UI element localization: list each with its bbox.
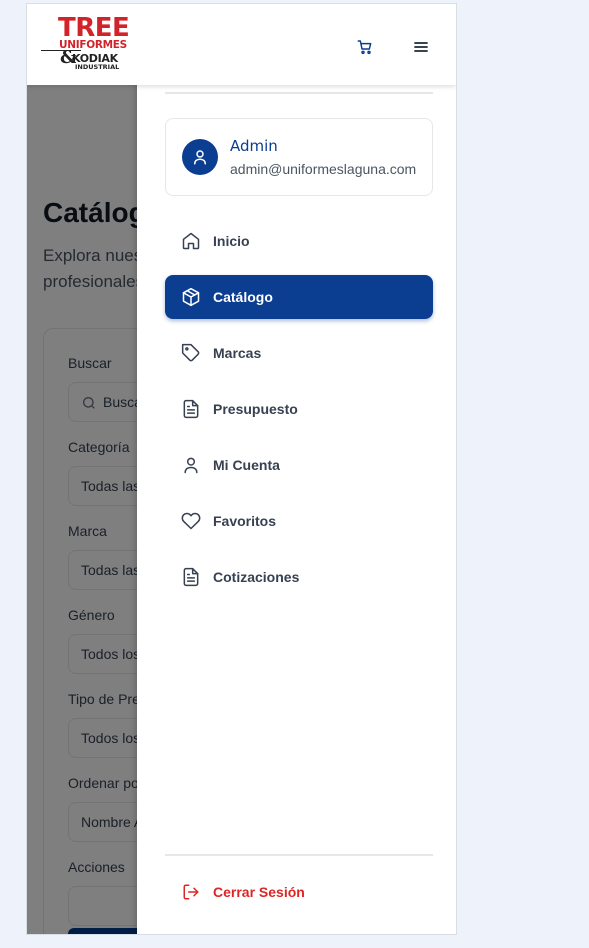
cart-button[interactable] bbox=[353, 35, 377, 59]
shopping-cart-icon bbox=[357, 40, 372, 55]
logout-button[interactable]: Cerrar Sesión bbox=[165, 872, 433, 912]
brand-logo[interactable]: TREE UNIFORMES & KODIAK INDUSTRIAL bbox=[41, 15, 137, 73]
nav-item-label: Presupuesto bbox=[213, 401, 298, 417]
nav-item-mi-cuenta[interactable]: Mi Cuenta bbox=[165, 443, 433, 487]
menu-button[interactable] bbox=[409, 35, 433, 59]
document-icon bbox=[180, 566, 202, 588]
nav-item-catalogo[interactable]: Catálogo bbox=[165, 275, 433, 319]
user-email: admin@uniformeslaguna.com bbox=[230, 161, 417, 177]
user-name: Admin bbox=[230, 137, 278, 155]
logo-text-tree: TREE bbox=[58, 13, 130, 43]
tag-icon bbox=[180, 342, 202, 364]
hamburger-menu-icon bbox=[414, 42, 428, 52]
nav-item-label: Inicio bbox=[213, 233, 250, 249]
side-drawer: Admin admin@uniformeslaguna.com Inicio C… bbox=[137, 4, 456, 934]
divider bbox=[165, 92, 433, 94]
package-icon bbox=[180, 286, 202, 308]
logout-label: Cerrar Sesión bbox=[213, 884, 305, 900]
nav-item-marcas[interactable]: Marcas bbox=[165, 331, 433, 375]
mobile-viewport: TREE UNIFORMES & KODIAK INDUSTRIAL Catál… bbox=[26, 3, 457, 935]
nav-item-favoritos[interactable]: Favoritos bbox=[165, 499, 433, 543]
user-card: Admin admin@uniformeslaguna.com bbox=[165, 118, 433, 196]
nav-item-label: Catálogo bbox=[213, 289, 273, 305]
logo-text-industrial: INDUSTRIAL bbox=[75, 63, 120, 71]
home-icon bbox=[180, 230, 202, 252]
nav-item-label: Cotizaciones bbox=[213, 569, 300, 585]
nav-item-cotizaciones[interactable]: Cotizaciones bbox=[165, 555, 433, 599]
avatar bbox=[182, 139, 218, 175]
nav-item-label: Favoritos bbox=[213, 513, 277, 529]
top-header: TREE UNIFORMES & KODIAK INDUSTRIAL bbox=[27, 4, 456, 85]
user-icon bbox=[180, 454, 202, 476]
logout-icon bbox=[180, 881, 202, 903]
nav-item-label: Marcas bbox=[213, 345, 262, 361]
user-icon bbox=[194, 150, 206, 165]
nav-item-label: Mi Cuenta bbox=[213, 457, 280, 473]
heart-icon bbox=[180, 510, 202, 532]
nav-item-presupuesto[interactable]: Presupuesto bbox=[165, 387, 433, 431]
nav-item-inicio[interactable]: Inicio bbox=[165, 219, 433, 263]
divider bbox=[165, 854, 433, 856]
document-icon bbox=[180, 398, 202, 420]
